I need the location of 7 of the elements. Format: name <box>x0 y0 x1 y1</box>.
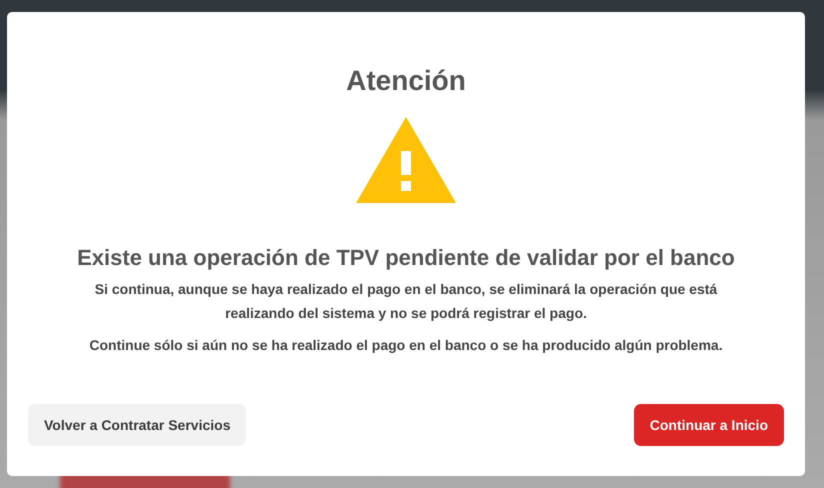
dialog-message: Continue sólo si aún no se ha realizado el pago en el banco o se ha producido algún problema. <box>89 336 723 355</box>
dialog-heading: Existe una operación de TPV pendiente de validar por el banco <box>77 244 735 272</box>
continue-button[interactable]: Continuar a Inicio <box>634 404 784 446</box>
dialog-message: Si continua, aunque se haya realizado el pago en el banco, se eliminará la operación que está realizando del sistema y no se podrá registrar el pago. <box>94 280 718 323</box>
dialog-title: Atención <box>346 64 466 98</box>
warning-icon <box>354 115 458 205</box>
back-button[interactable]: Volver a Contratar Servicios <box>28 404 246 446</box>
